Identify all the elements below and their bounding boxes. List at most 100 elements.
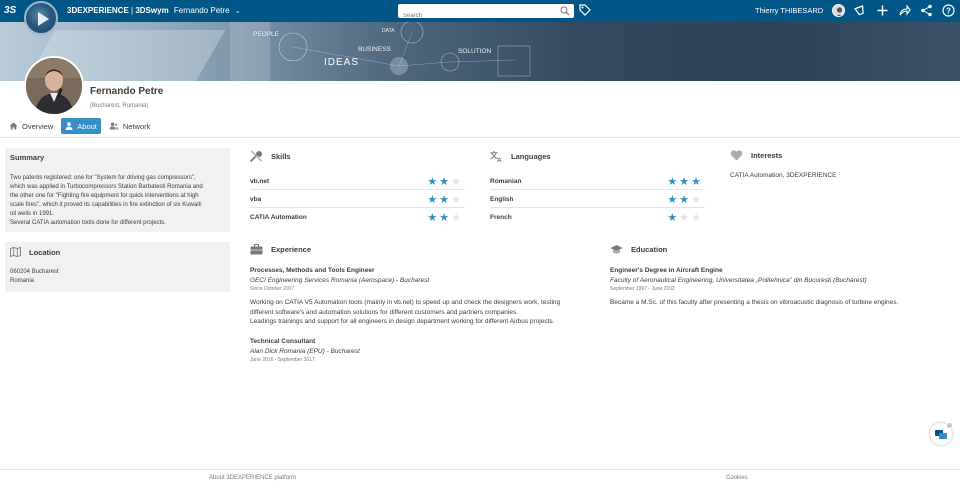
location-address: 060204 Bucharest Romania	[10, 268, 225, 286]
summary-title: Summary	[10, 153, 45, 162]
banner-word: SOLUTION	[458, 48, 492, 55]
graduation-cap-icon	[610, 245, 623, 254]
summary-line: oil wells in 1991.	[10, 211, 55, 217]
footer-about-link[interactable]: About 3DEXPERIENCE platform	[209, 475, 296, 481]
education-item: Engineer's Degree in Aircraft Engine Fac…	[610, 267, 955, 308]
experience-desc-line: Leadings trainings and support for all e…	[250, 318, 555, 325]
star-icon: ★	[451, 192, 461, 206]
star-icon: ★	[451, 211, 461, 224]
summary-line: which was applied in Turbocompressors St…	[10, 184, 203, 190]
top-bar: 3S 3DEXPERIENCE | 3DSwym Fernando Petre …	[0, 0, 960, 35]
heart-icon	[730, 150, 743, 161]
tools-icon	[250, 150, 262, 162]
footer-divider	[0, 469, 960, 470]
interests-title: Interests	[751, 151, 783, 160]
experience-company: GECI Engineering Services Romania (Aeros…	[250, 277, 430, 284]
briefcase-icon	[250, 244, 263, 255]
skill-name: CATIA Automation	[250, 214, 307, 221]
language-row: English ★ ★ ★	[490, 191, 705, 208]
plus-icon[interactable]	[876, 4, 889, 17]
experience-item: Technical Consultant Alan Dick Romania (…	[250, 338, 595, 363]
language-row: Romanian ★ ★ ★	[490, 173, 705, 190]
user-icon	[65, 122, 73, 130]
chevron-down-icon[interactable]: ⌄	[235, 8, 241, 15]
languages-header: 文A Languages	[490, 150, 551, 162]
profile-banner: PEOPLE DATA BUSINESS IDEAS SOLUTION	[0, 22, 960, 81]
experience-dates: Since October 2017	[250, 286, 295, 292]
experience-desc-line: different software's and automation solu…	[250, 308, 519, 316]
share-arrow-icon[interactable]	[898, 4, 911, 17]
tab-network[interactable]: Network	[105, 118, 155, 134]
experience-header: Experience	[250, 244, 311, 255]
interests-header: Interests	[730, 150, 782, 161]
tab-divider	[0, 137, 960, 138]
help-icon[interactable]: ?	[942, 4, 955, 17]
star-icon: ★	[427, 174, 438, 188]
star-icon: ★	[667, 192, 678, 206]
star-icon: ★	[667, 211, 678, 224]
experience-job-title: Technical Consultant	[250, 338, 316, 345]
star-icon: ★	[439, 174, 450, 188]
summary-line: Two patents registered: one for "System …	[10, 175, 196, 181]
banner-word: BUSINESS	[358, 46, 391, 53]
user-avatar[interactable]	[832, 4, 845, 17]
tag-icon[interactable]	[579, 4, 591, 16]
tab-label: About	[77, 121, 97, 131]
profile-tabs: Overview About Network	[5, 118, 158, 134]
map-icon	[10, 247, 21, 257]
tab-about[interactable]: About	[61, 118, 101, 134]
translate-icon: 文A	[490, 150, 502, 162]
svg-text:?: ?	[946, 7, 951, 16]
summary-text: Two patents registered: one for "System …	[10, 174, 225, 228]
star-icon: ★	[439, 211, 450, 224]
people-icon	[109, 122, 119, 130]
experience-dates: June 2016 - September 2017	[250, 357, 315, 363]
star-icon: ★	[439, 192, 450, 206]
summary-line: scale fires", which it proved its capabi…	[10, 202, 202, 208]
location-line: 060204 Bucharest	[10, 269, 59, 275]
experience-item: Processes, Methods and Tools Engineer GE…	[250, 267, 595, 327]
rating-stars: ★ ★ ★	[425, 194, 465, 205]
star-icon: ★	[679, 211, 690, 224]
chat-status-dot	[946, 422, 953, 429]
education-dates: September 1997 - June 2002	[610, 286, 675, 292]
home-icon	[9, 122, 18, 130]
languages-title: Languages	[511, 151, 551, 161]
rating-stars: ★ ★ ★	[665, 212, 705, 223]
experience-description: Working on CATIA V5 Automation tools (ma…	[250, 298, 595, 327]
search-icon[interactable]	[560, 6, 570, 16]
tab-label: Network	[122, 121, 151, 131]
network-share-icon[interactable]	[920, 4, 933, 17]
brand-app: 3DSwym	[135, 6, 169, 15]
dassault-logo-icon[interactable]: 3S	[4, 3, 22, 19]
rating-stars: ★ ★ ★	[425, 176, 465, 187]
brand-title[interactable]: 3DEXPERIENCE | 3DSwym Fernando Petre ⌄	[67, 4, 241, 19]
language-name: English	[490, 195, 514, 203]
experience-desc-line: Working on CATIA V5 Automation tools (ma…	[250, 299, 561, 306]
chat-bubble-icon[interactable]	[854, 4, 867, 17]
user-name[interactable]: Thierry THIBESARD	[755, 4, 823, 18]
skills-header: Skills	[250, 150, 291, 162]
compass-icon[interactable]	[24, 1, 58, 35]
footer-cookies-link[interactable]: Cookies	[726, 475, 748, 481]
education-title: Education	[631, 245, 668, 254]
tab-label: Overview	[22, 121, 54, 131]
search-input[interactable]	[398, 9, 548, 23]
star-icon: ★	[691, 174, 701, 188]
star-icon: ★	[427, 192, 438, 206]
profile-location: (Bucharest, Romania)	[90, 103, 149, 109]
chat-button[interactable]	[930, 422, 953, 445]
education-school: Faculty of Aeronautical Engineering, Uni…	[610, 277, 867, 284]
star-icon: ★	[667, 174, 678, 188]
interests-text: CATIA Automation, 3DEXPERIENCE	[730, 172, 837, 179]
banner-word: PEOPLE	[253, 31, 280, 38]
summary-card: Summary Two patents registered: one for …	[5, 148, 230, 232]
skill-row: CATIA Automation ★ ★ ★	[250, 209, 465, 226]
profile-photo[interactable]	[24, 56, 84, 116]
tab-overview[interactable]: Overview	[5, 118, 57, 134]
brand-platform: 3DEXPERIENCE	[67, 6, 129, 15]
banner-word: IDEAS	[324, 57, 360, 68]
education-header: Education	[610, 244, 667, 255]
svg-text:A: A	[497, 157, 502, 162]
search-box	[398, 4, 574, 23]
